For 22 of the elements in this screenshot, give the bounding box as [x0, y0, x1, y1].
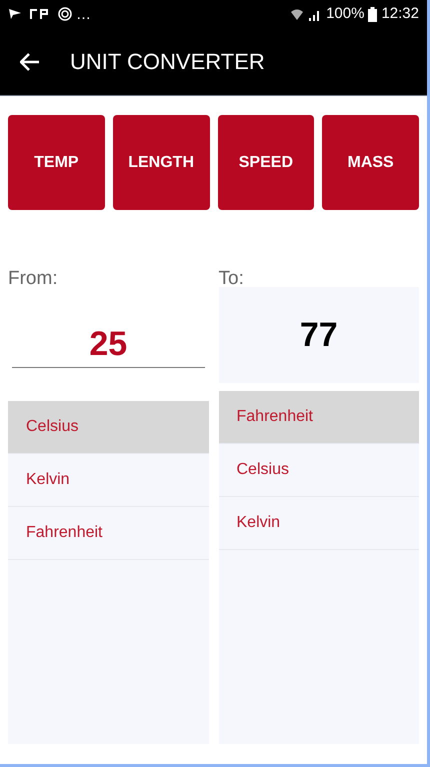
- category-button[interactable]: TEMP: [8, 115, 105, 210]
- category-button[interactable]: MASS: [322, 115, 419, 210]
- battery-percent: 100%: [326, 4, 364, 24]
- app-title: UNIT CONVERTER: [70, 48, 265, 76]
- unit-item[interactable]: Celsius: [218, 444, 419, 497]
- unit-item[interactable]: Kelvin: [218, 497, 419, 550]
- column-label: From:: [8, 267, 58, 291]
- value-input[interactable]: 25: [12, 324, 204, 368]
- unit-item[interactable]: Fahrenheit: [218, 391, 419, 444]
- battery-icon: [368, 6, 378, 22]
- category-button[interactable]: LENGTH: [112, 115, 210, 210]
- category-button[interactable]: SPEED: [218, 115, 314, 210]
- wifi-icon: [290, 7, 304, 21]
- result-value: 77: [218, 287, 419, 383]
- notification-icon: [30, 9, 50, 19]
- unit-item[interactable]: Celsius: [8, 401, 208, 454]
- back-arrow-icon[interactable]: [20, 52, 40, 70]
- unit-item[interactable]: Kelvin: [8, 454, 208, 507]
- sync-icon: [58, 7, 72, 21]
- overflow-text: …: [76, 6, 91, 22]
- clock-time: 12:32: [381, 4, 419, 24]
- unit-item[interactable]: Fahrenheit: [8, 507, 208, 560]
